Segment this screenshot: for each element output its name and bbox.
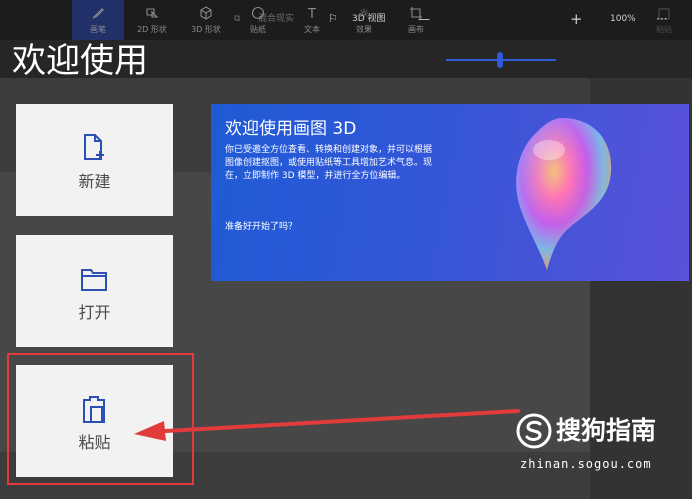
new-tile[interactable]: 新建 (16, 104, 173, 216)
tool-canvas[interactable]: 画布 (390, 0, 442, 40)
more-button[interactable]: ··· (656, 0, 667, 38)
tool-label: 画布 (408, 25, 424, 34)
red-arrow-icon (134, 409, 520, 441)
welcome-title: 欢迎使用 (12, 41, 148, 81)
zoom-in-button[interactable]: + (570, 0, 583, 38)
banner-title: 欢迎使用画图 3D (225, 119, 357, 139)
zoom-level: 100% (610, 14, 636, 24)
mixed-reality-button[interactable]: 混合现实 (258, 0, 294, 38)
zoom-out-button[interactable]: — (418, 0, 430, 38)
tool-2d-shapes[interactable]: 2D 形状 (126, 0, 178, 40)
zoom-slider-thumb[interactable] (497, 52, 503, 68)
top-toolbar: 画笔 2D 形状 3D 形状 贴纸 T 文本 ☼ 效果 画布 粘贴 (0, 0, 692, 40)
watermark-brand: 搜狗指南 (556, 416, 657, 445)
canvas-icon (390, 6, 442, 24)
brush-icon (72, 6, 124, 24)
tool-label: 画笔 (90, 25, 106, 34)
welcome-banner: 欢迎使用画图 3D 你已受邀全方位查看、转换和创建对象，并可以根据图像创建抠图，… (211, 104, 689, 281)
folder-icon (81, 269, 107, 291)
banner-question: 准备好开始了吗？ (225, 222, 298, 232)
tool-brush[interactable]: 画笔 (72, 0, 124, 40)
cube-icon (180, 6, 232, 24)
banner-body: 你已受邀全方位查看、转换和创建对象，并可以根据图像创建抠图，或使用贴纸等工具增加… (225, 145, 433, 181)
tool-3d-shapes[interactable]: 3D 形状 (180, 0, 232, 40)
paint-3d-logo-icon (516, 118, 612, 270)
view-3d-button[interactable]: 3D 视图 (352, 0, 386, 38)
mixed-reality-icon: ⧉ (234, 14, 241, 24)
shape-2d-icon (126, 6, 178, 24)
sogou-logo-icon (516, 413, 552, 449)
new-tile-label: 新建 (78, 172, 111, 191)
tool-label: 2D 形状 (137, 25, 167, 34)
flag-icon: ⚐ (328, 12, 338, 25)
open-tile-label: 打开 (78, 303, 111, 322)
tool-label: 3D 形状 (191, 25, 221, 34)
open-tile[interactable]: 打开 (16, 235, 173, 347)
new-file-icon (84, 134, 104, 160)
watermark-url: zhinan.sogou.com (520, 457, 652, 471)
